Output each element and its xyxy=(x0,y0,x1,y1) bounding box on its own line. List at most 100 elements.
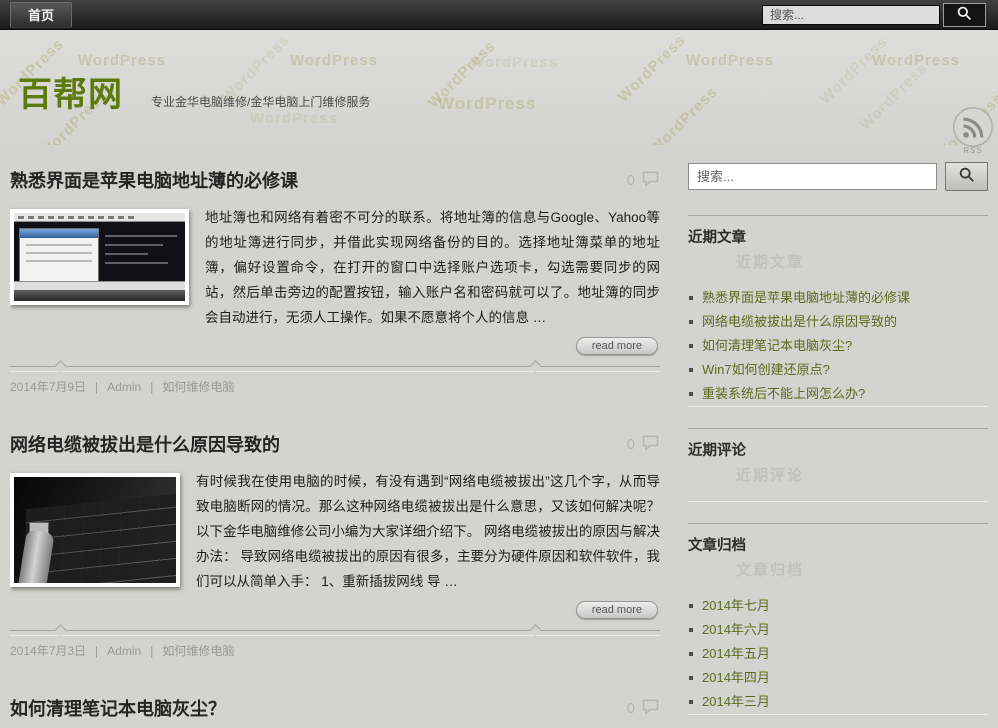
article-body: 有时候我在使用电脑的时候，有没有遇到“网络电缆被拔出”这几个字，从而导致电脑断网… xyxy=(10,469,660,623)
recent-post-link[interactable]: 熟悉界面是苹果电脑地址薄的必修课 xyxy=(702,290,910,305)
meta-author-link[interactable]: Admin xyxy=(107,380,141,394)
site-tagline: 专业金华电脑维修/金华电脑上门维修服务 xyxy=(151,93,370,110)
brand: 百帮网 专业金华电脑维修/金华电脑上门维修服务 xyxy=(18,78,370,112)
thumbnail-art xyxy=(14,213,185,222)
recent-post-link[interactable]: 网络电缆被拔出是什么原因导致的 xyxy=(702,314,897,329)
thumbnail-art xyxy=(105,235,177,271)
article: 如何清理笔记本电脑灰尘？ 0 如何为笔记本散热呢?金华电脑维 xyxy=(10,687,660,728)
sidebar-search-input[interactable] xyxy=(688,163,937,190)
article-divider xyxy=(10,630,660,636)
sidebar-search xyxy=(688,163,988,191)
site-title[interactable]: 百帮网 xyxy=(18,78,123,112)
article-title[interactable]: 网络电缆被拔出是什么原因导致的 xyxy=(10,431,280,457)
article-thumbnail[interactable] xyxy=(10,209,189,305)
article-title[interactable]: 熟悉界面是苹果电脑地址薄的必修课 xyxy=(10,167,298,193)
meta-separator: | xyxy=(150,380,153,394)
watermark-text: WordPress xyxy=(686,52,774,69)
article-title[interactable]: 如何清理笔记本电脑灰尘？ xyxy=(10,695,226,721)
comments-link[interactable]: 0 xyxy=(627,698,660,719)
read-more-button[interactable]: read more xyxy=(576,601,658,619)
article: 网络电缆被拔出是什么原因导致的 0 xyxy=(10,423,660,661)
page: 首页 WordPress WordPress WordPress WordPre… xyxy=(0,0,998,728)
watermark-text: WordPress xyxy=(872,52,960,69)
sidebar-search-button[interactable] xyxy=(945,162,988,191)
article-head: 如何清理笔记本电脑灰尘？ 0 xyxy=(10,687,660,728)
home-tab[interactable]: 首页 xyxy=(10,2,72,28)
widget-archives: 文章归档 文章归档 2014年七月 2014年六月 2014年五月 2014年四… xyxy=(688,523,988,714)
article-body: 地址簿也和网络有着密不可分的联系。将地址簿的信息与Google、Yahoo等的地… xyxy=(10,205,660,359)
recent-post-link[interactable]: 重装系统后不能上网怎么办? xyxy=(702,386,865,401)
list-item: 2014年五月 xyxy=(688,642,988,666)
list-item: 2014年七月 xyxy=(688,594,988,618)
topbar: 首页 xyxy=(0,0,998,30)
watermark-text: WordPress xyxy=(425,37,499,111)
topbar-search-button[interactable] xyxy=(943,3,986,27)
watermark-text: WordPress xyxy=(250,110,338,127)
meta-author-link[interactable]: Admin xyxy=(107,644,141,658)
read-more-row: read more xyxy=(10,594,660,623)
article-thumbnail[interactable] xyxy=(10,473,180,587)
list-item: 熟悉界面是苹果电脑地址薄的必修课 xyxy=(688,286,988,310)
meta-date: 2014年7月9日 xyxy=(10,380,86,394)
read-more-button[interactable]: read more xyxy=(576,337,658,355)
list-item: 2014年六月 xyxy=(688,618,988,642)
widget-ghost-title: 文章归档 xyxy=(736,559,988,580)
topbar-search-input[interactable] xyxy=(762,5,940,25)
watermark-text: WordPress xyxy=(615,31,689,105)
article-excerpt: 地址簿也和网络有着密不可分的联系。将地址簿的信息与Google、Yahoo等的地… xyxy=(205,210,660,325)
article-excerpt: 有时候我在使用电脑的时候，有没有遇到“网络电缆被拔出”这几个字，从而导致电脑断网… xyxy=(196,474,660,589)
article-divider xyxy=(10,366,660,372)
rss-link[interactable]: RSS xyxy=(949,106,997,155)
article-meta: 2014年7月9日|Admin|如何维修电脑 xyxy=(10,372,660,397)
comments-link[interactable]: 0 xyxy=(627,170,660,191)
rss-label: RSS xyxy=(949,146,997,155)
comment-bubble-icon xyxy=(641,434,660,455)
comments-link[interactable]: 0 xyxy=(627,434,660,455)
widget-recent-comments: 近期评论 近期评论 xyxy=(688,428,988,501)
widget-recent-posts: 近期文章 近期文章 熟悉界面是苹果电脑地址薄的必修课 网络电缆被拔出是什么原因导… xyxy=(688,215,988,406)
archive-link[interactable]: 2014年六月 xyxy=(702,622,770,637)
meta-separator: | xyxy=(95,644,98,658)
list-item: 如何清理笔记本电脑灰尘? xyxy=(688,334,988,358)
archive-link[interactable]: 2014年四月 xyxy=(702,670,770,685)
watermark-text: WordPress xyxy=(438,94,536,114)
thumbnail-art xyxy=(14,290,185,301)
archive-link[interactable]: 2014年五月 xyxy=(702,646,770,661)
watermark-text: WordPress xyxy=(647,83,721,145)
article-head: 熟悉界面是苹果电脑地址薄的必修课 0 xyxy=(10,159,660,205)
meta-separator: | xyxy=(150,644,153,658)
widget-title: 近期文章 xyxy=(688,226,988,247)
list-item: 2014年三月 xyxy=(688,690,988,714)
sidebar: 近期文章 近期文章 熟悉界面是苹果电脑地址薄的必修课 网络电缆被拔出是什么原因导… xyxy=(688,159,988,728)
watermark-text: WordPress xyxy=(78,52,166,69)
widget-ghost-title: 近期评论 xyxy=(736,464,988,485)
comment-bubble-icon xyxy=(641,170,660,191)
search-icon xyxy=(956,5,973,25)
comment-count: 0 xyxy=(627,172,635,189)
read-more-row: read more xyxy=(10,330,660,359)
list-item: 重装系统后不能上网怎么办? xyxy=(688,382,988,406)
article-head: 网络电缆被拔出是什么原因导致的 0 xyxy=(10,423,660,469)
watermark-text: WordPress xyxy=(290,52,378,69)
watermark-text: WordPress xyxy=(857,59,931,133)
list-item: 网络电缆被拔出是什么原因导致的 xyxy=(688,310,988,334)
list-item: Win7如何创建还原点? xyxy=(688,358,988,382)
rss-icon xyxy=(949,106,997,148)
comment-count: 0 xyxy=(627,436,635,453)
article: 熟悉界面是苹果电脑地址薄的必修课 0 xyxy=(10,159,660,397)
topbar-search xyxy=(762,3,986,27)
widget-title: 文章归档 xyxy=(688,534,988,555)
list-item: 2014年四月 xyxy=(688,666,988,690)
site-header: WordPress WordPress WordPress WordPress … xyxy=(0,30,998,145)
meta-category-link[interactable]: 如何维修电脑 xyxy=(162,644,234,658)
search-icon xyxy=(958,166,976,187)
archive-link[interactable]: 2014年七月 xyxy=(702,598,770,613)
thumbnail-art xyxy=(14,281,185,290)
archive-link[interactable]: 2014年三月 xyxy=(702,694,770,709)
widget-title: 近期评论 xyxy=(688,439,988,460)
recent-post-link[interactable]: Win7如何创建还原点? xyxy=(702,362,830,377)
content: 熟悉界面是苹果电脑地址薄的必修课 0 xyxy=(0,145,998,728)
watermark-text: WordPress xyxy=(470,54,558,71)
meta-category-link[interactable]: 如何维修电脑 xyxy=(162,380,234,394)
recent-post-link[interactable]: 如何清理笔记本电脑灰尘? xyxy=(702,338,852,353)
